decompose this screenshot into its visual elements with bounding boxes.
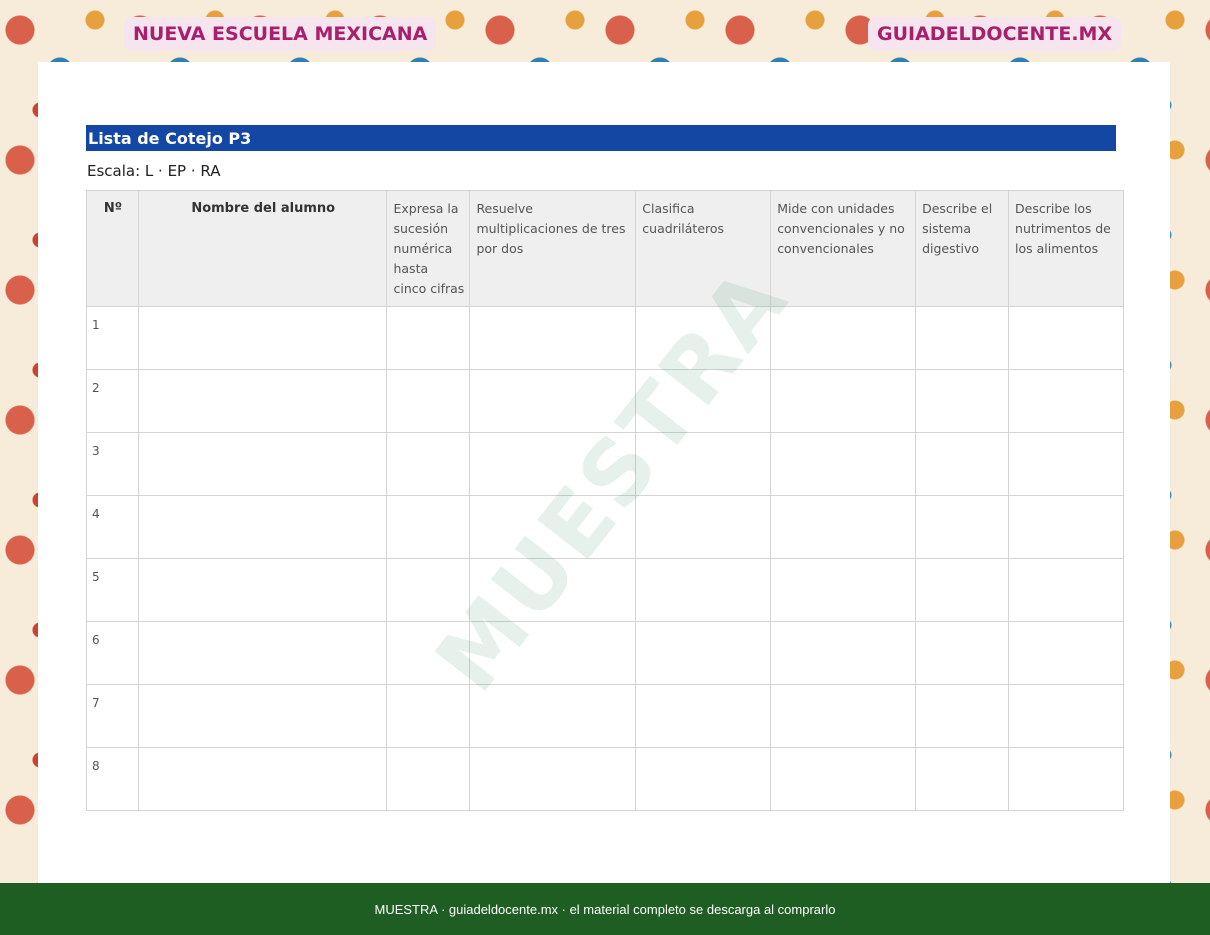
column-header-criterion-3: Clasifica cuadriláteros [635, 190, 772, 307]
row-number: 7 [86, 684, 139, 748]
criterion-cell[interactable] [635, 558, 772, 622]
criterion-cell[interactable] [1008, 369, 1124, 433]
student-name-cell[interactable] [137, 369, 388, 433]
criterion-cell[interactable] [469, 495, 637, 559]
criterion-cell[interactable] [386, 558, 471, 622]
row-number: 5 [86, 558, 139, 622]
table-row: 5 [86, 558, 1124, 622]
criterion-cell[interactable] [635, 747, 772, 811]
column-header-criterion-5: Describe el sistema digestivo [915, 190, 1010, 307]
column-header-number: Nº [86, 190, 139, 307]
criterion-cell[interactable] [386, 495, 471, 559]
criterion-cell[interactable] [386, 432, 471, 496]
criterion-cell[interactable] [915, 684, 1010, 748]
checklist-table: Nº Nombre del alumno Expresa la sucesión… [86, 190, 1124, 811]
column-header-student-name: Nombre del alumno [137, 190, 388, 307]
criterion-cell[interactable] [386, 684, 471, 748]
column-header-criterion-1: Expresa la sucesión numérica hasta cinco… [386, 190, 471, 307]
student-name-cell[interactable] [137, 306, 388, 370]
criterion-cell[interactable] [386, 369, 471, 433]
criterion-cell[interactable] [1008, 306, 1124, 370]
table-row: 8 [86, 747, 1124, 811]
row-number: 8 [86, 747, 139, 811]
table-row: 6 [86, 621, 1124, 685]
criterion-cell[interactable] [635, 621, 772, 685]
column-header-criterion-6: Describe los nutrimentos de los alimento… [1008, 190, 1124, 307]
criterion-cell[interactable] [635, 306, 772, 370]
criterion-cell[interactable] [1008, 558, 1124, 622]
student-name-cell[interactable] [137, 432, 388, 496]
student-name-cell[interactable] [137, 558, 388, 622]
footer-text: MUESTRA · guiadeldocente.mx · el materia… [374, 901, 836, 917]
row-number: 6 [86, 621, 139, 685]
criterion-cell[interactable] [469, 747, 637, 811]
criterion-cell[interactable] [635, 432, 772, 496]
criterion-cell[interactable] [469, 684, 637, 748]
criterion-cell[interactable] [915, 432, 1010, 496]
criterion-cell[interactable] [635, 684, 772, 748]
criterion-cell[interactable] [1008, 684, 1124, 748]
criterion-cell[interactable] [1008, 495, 1124, 559]
criterion-cell[interactable] [469, 306, 637, 370]
table-header-row: Nº Nombre del alumno Expresa la sucesión… [86, 190, 1124, 307]
criterion-cell[interactable] [770, 369, 917, 433]
row-number: 3 [86, 432, 139, 496]
criterion-cell[interactable] [770, 747, 917, 811]
criterion-cell[interactable] [469, 621, 637, 685]
student-name-cell[interactable] [137, 495, 388, 559]
criterion-cell[interactable] [635, 495, 772, 559]
table-row: 2 [86, 369, 1124, 433]
brand-badge-guiadeldocente: GUIADELDOCENTE.MX [868, 17, 1122, 51]
document-title: Lista de Cotejo P3 [86, 125, 1116, 151]
criterion-cell[interactable] [915, 369, 1010, 433]
table-row: 4 [86, 495, 1124, 559]
table-row: 3 [86, 432, 1124, 496]
criterion-cell[interactable] [915, 495, 1010, 559]
criterion-cell[interactable] [770, 306, 917, 370]
table-body: 12345678 [86, 306, 1124, 811]
criterion-cell[interactable] [915, 747, 1010, 811]
student-name-cell[interactable] [137, 684, 388, 748]
brand-badge-nueva-escuela: NUEVA ESCUELA MEXICANA [124, 17, 437, 51]
table-row: 1 [86, 306, 1124, 370]
student-name-cell[interactable] [137, 621, 388, 685]
criterion-cell[interactable] [915, 621, 1010, 685]
row-number: 1 [86, 306, 139, 370]
criterion-cell[interactable] [469, 432, 637, 496]
criterion-cell[interactable] [469, 558, 637, 622]
criterion-cell[interactable] [386, 747, 471, 811]
criterion-cell[interactable] [770, 621, 917, 685]
criterion-cell[interactable] [770, 432, 917, 496]
column-header-criterion-2: Resuelve multiplicaciones de tres por do… [469, 190, 637, 307]
criterion-cell[interactable] [770, 684, 917, 748]
criterion-cell[interactable] [1008, 621, 1124, 685]
criterion-cell[interactable] [635, 369, 772, 433]
row-number: 2 [86, 369, 139, 433]
criterion-cell[interactable] [770, 495, 917, 559]
scale-legend: Escala: L · EP · RA [87, 162, 221, 180]
criterion-cell[interactable] [1008, 432, 1124, 496]
criterion-cell[interactable] [915, 306, 1010, 370]
row-number: 4 [86, 495, 139, 559]
student-name-cell[interactable] [137, 747, 388, 811]
criterion-cell[interactable] [770, 558, 917, 622]
criterion-cell[interactable] [386, 621, 471, 685]
footer-bar: MUESTRA · guiadeldocente.mx · el materia… [0, 883, 1210, 935]
criterion-cell[interactable] [1008, 747, 1124, 811]
criterion-cell[interactable] [469, 369, 637, 433]
table-row: 7 [86, 684, 1124, 748]
criterion-cell[interactable] [915, 558, 1010, 622]
column-header-criterion-4: Mide con unidades convencionales y no co… [770, 190, 917, 307]
criterion-cell[interactable] [386, 306, 471, 370]
